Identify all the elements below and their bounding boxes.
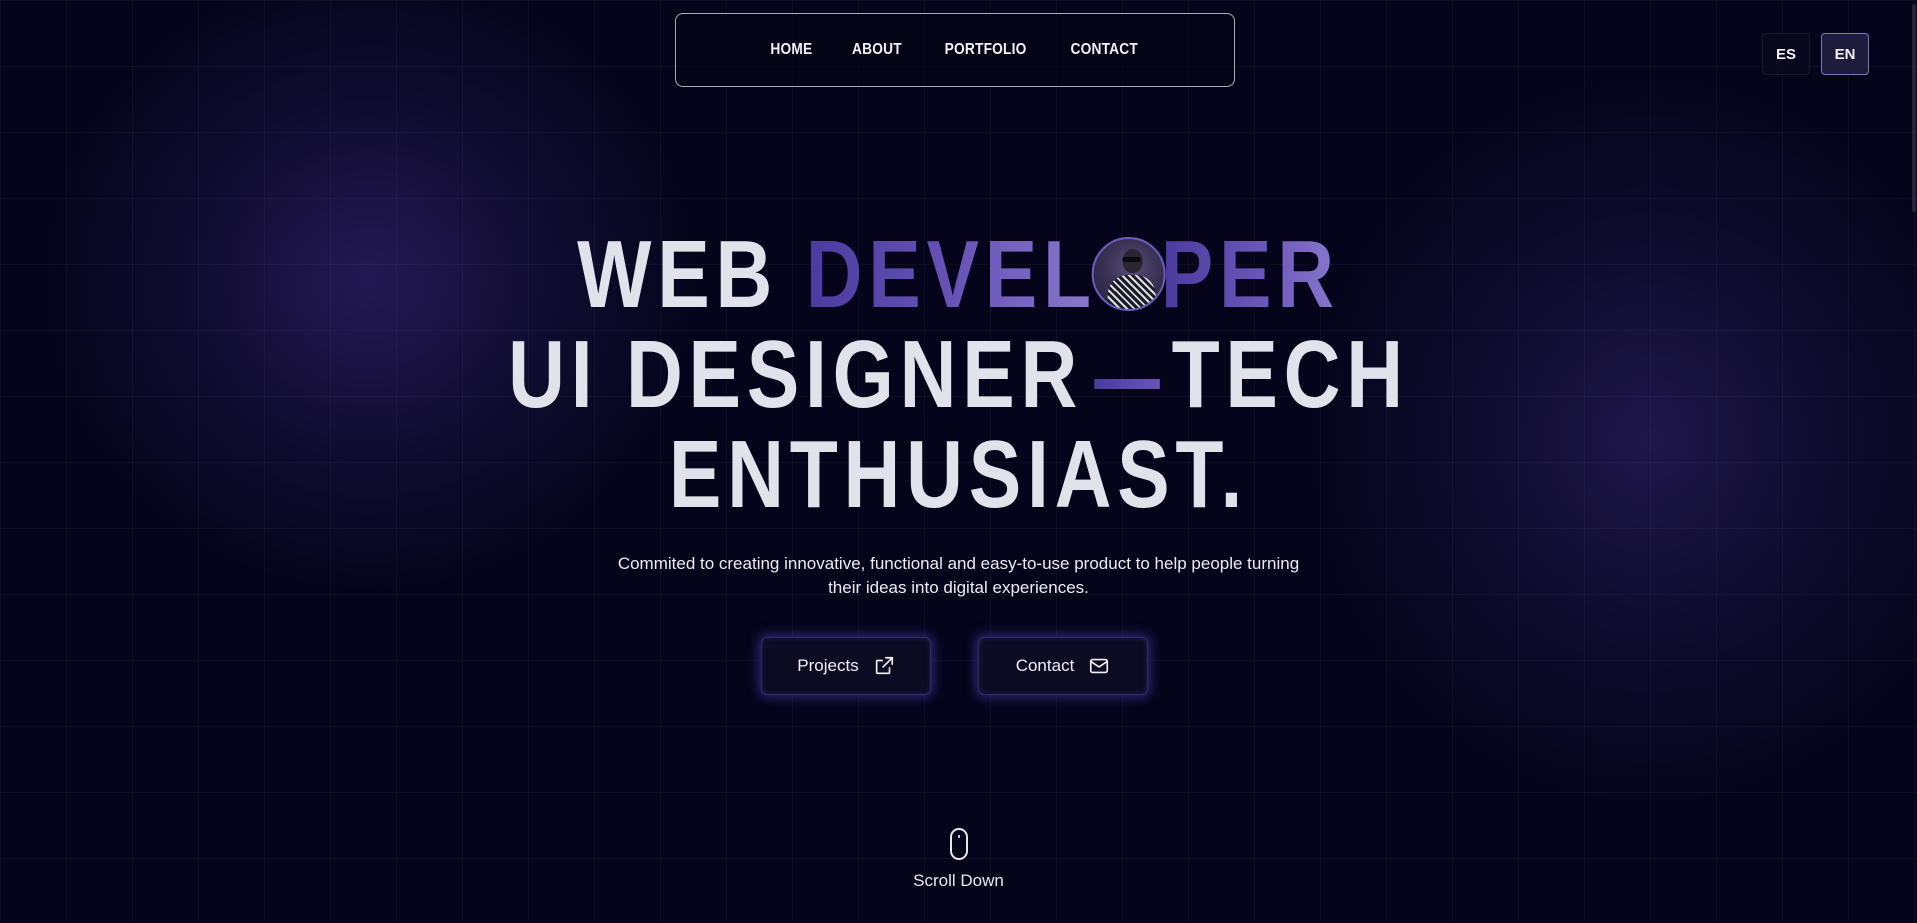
- main-nav: HOME ABOUT PORTFOLIO CONTACT: [675, 13, 1235, 87]
- scroll-down-indicator[interactable]: Scroll Down: [0, 828, 1917, 891]
- contact-button[interactable]: Contact: [978, 637, 1148, 695]
- projects-button[interactable]: Projects: [761, 637, 931, 695]
- hero-subtitle-line-2: their ideas into digital experiences.: [828, 578, 1089, 597]
- mail-icon: [1090, 658, 1109, 674]
- scrollbar-thumb[interactable]: [1912, 4, 1916, 212]
- hero-word-tech: TECH: [1171, 321, 1409, 428]
- hero-line-3: ENTHUSIAST.: [668, 421, 1249, 528]
- hero-word-ui-designer: UI DESIGNER: [508, 321, 1084, 428]
- hero-dash-divider: [1094, 379, 1161, 389]
- hero-line-2: UI DESIGNER TECH: [173, 325, 1745, 425]
- profile-avatar: [1091, 237, 1166, 311]
- hero-heading: WEB DEVEL PER UI DESIGNER TECH ENTHUSIAST.: [0, 225, 1917, 525]
- nav-item-portfolio[interactable]: PORTFOLIO: [944, 41, 1026, 59]
- hero-subtitle-line-1: Commited to creating innovative, functio…: [617, 554, 1300, 573]
- mouse-icon: [949, 828, 968, 860]
- hero-word-web: WEB: [577, 221, 779, 328]
- page-scrollbar[interactable]: [1911, 0, 1917, 923]
- hero-line-1: WEB DEVEL PER: [173, 225, 1745, 325]
- external-link-icon: [875, 656, 893, 675]
- contact-button-label: Contact: [1015, 656, 1075, 675]
- hero-word-developer-start: DEVEL: [805, 221, 1097, 328]
- language-es-button[interactable]: ES: [1762, 33, 1810, 75]
- hero-word-developer-end: PER: [1160, 221, 1340, 328]
- language-en-button[interactable]: EN: [1821, 33, 1869, 75]
- page: HOME ABOUT PORTFOLIO CONTACT ES EN WEB D…: [0, 0, 1917, 923]
- projects-button-label: Projects: [797, 656, 859, 675]
- nav-item-contact[interactable]: CONTACT: [1070, 41, 1137, 59]
- nav-item-about[interactable]: ABOUT: [852, 41, 902, 59]
- nav-item-home[interactable]: HOME: [770, 41, 812, 59]
- hero-subtitle: Commited to creating innovative, functio…: [0, 552, 1917, 600]
- scroll-down-label: Scroll Down: [913, 871, 1004, 890]
